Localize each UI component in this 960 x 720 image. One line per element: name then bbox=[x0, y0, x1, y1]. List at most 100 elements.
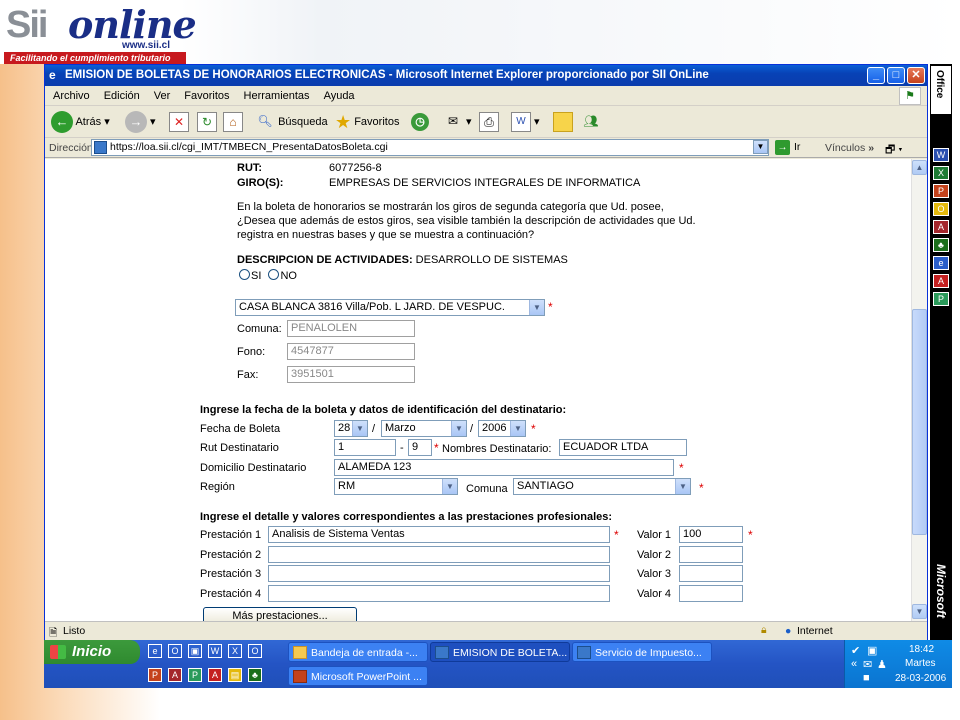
ie-icon: e bbox=[49, 68, 56, 82]
quicklaunch-ie-icon[interactable]: e bbox=[148, 644, 162, 658]
menu-ayuda[interactable]: Ayuda bbox=[316, 86, 361, 102]
minimize-button[interactable]: _ bbox=[867, 67, 885, 84]
fecha-month-select[interactable]: Marzo ▼ bbox=[381, 420, 467, 437]
tray-users-icon[interactable]: ♟ bbox=[877, 658, 887, 671]
excel-icon[interactable]: X bbox=[933, 166, 949, 180]
quicklaunch-desktop-icon[interactable]: ▣ bbox=[188, 644, 202, 658]
vertical-scrollbar[interactable]: ▲ ▼ bbox=[911, 159, 927, 621]
tray-blue-icon[interactable]: ■ bbox=[863, 672, 870, 684]
tray-network-icon[interactable]: ✔ bbox=[851, 644, 860, 657]
menu-ver[interactable]: Ver bbox=[146, 86, 177, 102]
quicklaunch-acrobat-icon[interactable]: A bbox=[208, 668, 222, 682]
home-button[interactable]: ⌂ bbox=[223, 110, 243, 134]
menu-archivo[interactable]: Archivo bbox=[45, 86, 96, 102]
task-servicio[interactable]: Servicio de Impuesto... bbox=[572, 642, 712, 662]
required-marker: * bbox=[679, 461, 684, 475]
domicilio-field[interactable]: ALAMEDA 123 bbox=[334, 459, 674, 476]
menu-favoritos[interactable]: Favoritos bbox=[176, 86, 235, 102]
quicklaunch-outlook2-icon[interactable]: O bbox=[248, 644, 262, 658]
task-outlook-icon bbox=[293, 646, 307, 659]
task-bandeja[interactable]: Bandeja de entrada -... bbox=[288, 642, 428, 662]
menu-edicion[interactable]: Edición bbox=[96, 86, 146, 102]
powerpoint-icon[interactable]: P bbox=[933, 184, 949, 198]
ie-icon[interactable]: e bbox=[933, 256, 949, 270]
prestacion-field[interactable] bbox=[268, 565, 610, 582]
menu-herramientas[interactable]: Herramientas bbox=[236, 86, 316, 102]
word-icon[interactable]: W bbox=[933, 148, 949, 162]
radio-si[interactable] bbox=[239, 269, 250, 280]
quicklaunch-excel-icon[interactable]: X bbox=[228, 644, 242, 658]
forward-button[interactable]: → ▾ bbox=[125, 110, 156, 134]
go-button[interactable]: → Ir bbox=[775, 140, 800, 155]
globe-icon: ● bbox=[785, 625, 792, 637]
clock-time[interactable]: 18:42 bbox=[909, 644, 934, 655]
fax-field[interactable]: 3951501 bbox=[287, 366, 415, 383]
maximize-button[interactable]: □ bbox=[887, 67, 905, 84]
refresh-button[interactable]: ↻ bbox=[197, 110, 217, 134]
rut-dest-field[interactable]: 1 bbox=[334, 439, 396, 456]
address-select[interactable]: CASA BLANCA 3816 Villa/Pob. L JARD. DE V… bbox=[235, 299, 545, 316]
address-dropdown-button[interactable]: ▼ bbox=[753, 140, 768, 154]
task-emision[interactable]: EMISION DE BOLETA... bbox=[430, 642, 570, 662]
messenger-button[interactable]: 👥︎ bbox=[581, 110, 601, 134]
search-button[interactable]: 🔍︎ Búsqueda bbox=[255, 110, 327, 134]
acrobat-icon[interactable]: A bbox=[933, 274, 949, 288]
tray-monitor-icon[interactable]: ▣ bbox=[867, 644, 877, 657]
quicklaunch-publisher-icon[interactable]: P bbox=[188, 668, 202, 682]
close-button[interactable]: ✕ bbox=[907, 67, 925, 84]
quicklaunch-msn-icon[interactable]: ♣ bbox=[248, 668, 262, 682]
start-button[interactable]: Inicio bbox=[44, 640, 140, 664]
quicklaunch-access-icon[interactable]: A bbox=[168, 668, 182, 682]
page-content: RUT: 6077256-8 GIRO(S): EMPRESAS DE SERV… bbox=[45, 159, 911, 621]
quicklaunch-ppt-icon[interactable]: P bbox=[148, 668, 162, 682]
window-titlebar[interactable]: e EMISION DE BOLETAS DE HONORARIOS ELECT… bbox=[45, 65, 927, 86]
valor-field[interactable] bbox=[679, 546, 743, 563]
address-input[interactable]: https://loa.sii.cl/cgi_IMT/TMBECN_Presen… bbox=[91, 139, 769, 156]
fecha-day-select[interactable]: 28 ▼ bbox=[334, 420, 368, 437]
prestacion-field[interactable] bbox=[268, 546, 610, 563]
scroll-thumb[interactable] bbox=[912, 309, 927, 535]
rut-dv-field[interactable]: 9 bbox=[408, 439, 432, 456]
comuna-select[interactable]: SANTIAGO ▼ bbox=[513, 478, 691, 495]
tray-chevron-icon[interactable]: « bbox=[851, 658, 857, 670]
comuna-field[interactable]: PENALOLEN bbox=[287, 320, 415, 337]
prestacion-field[interactable] bbox=[268, 585, 610, 602]
star-icon: ★ bbox=[335, 112, 352, 133]
scroll-up-button[interactable]: ▲ bbox=[912, 160, 927, 175]
stop-button[interactable]: ✕ bbox=[169, 110, 189, 134]
links-label[interactable]: Vínculos » bbox=[825, 142, 874, 154]
scroll-down-button[interactable]: ▼ bbox=[912, 604, 927, 619]
region-select[interactable]: RM ▼ bbox=[334, 478, 458, 495]
region-value: RM bbox=[338, 480, 356, 492]
outlook-icon[interactable]: O bbox=[933, 202, 949, 216]
fecha-year-select[interactable]: 2006 ▼ bbox=[478, 420, 526, 437]
valor-field[interactable] bbox=[679, 585, 743, 602]
task-ppt-icon bbox=[293, 670, 307, 683]
valor-label: Valor 1 bbox=[637, 529, 672, 541]
publisher-icon[interactable]: P bbox=[933, 292, 949, 306]
access-icon[interactable]: A bbox=[933, 220, 949, 234]
valor-field[interactable] bbox=[679, 565, 743, 582]
prestacion-field[interactable]: Analisis de Sistema Ventas bbox=[268, 526, 610, 543]
quicklaunch-word-icon[interactable]: W bbox=[208, 644, 222, 658]
edit-button[interactable]: W ▾ bbox=[511, 110, 540, 134]
translate-icon[interactable]: 🗗︎ ▾ bbox=[885, 141, 902, 160]
print-button[interactable]: ⎙ bbox=[479, 110, 499, 134]
fono-field[interactable]: 4547877 bbox=[287, 343, 415, 360]
messenger-icon[interactable]: ♣ bbox=[933, 238, 949, 252]
favorites-button[interactable]: ★ Favoritos bbox=[335, 110, 399, 134]
word-icon: W bbox=[511, 112, 531, 133]
discuss-button[interactable] bbox=[553, 110, 573, 134]
nombres-field[interactable]: ECUADOR LTDA bbox=[559, 439, 687, 456]
mail-button[interactable]: ✉ ▾ bbox=[443, 110, 472, 134]
task-powerpoint[interactable]: Microsoft PowerPoint ... bbox=[288, 666, 428, 686]
valor-field[interactable]: 100 bbox=[679, 526, 743, 543]
quicklaunch-outlook-icon[interactable]: O bbox=[168, 644, 182, 658]
more-prestaciones-button[interactable]: Más prestaciones... bbox=[203, 607, 357, 621]
radio-no[interactable] bbox=[268, 269, 280, 280]
clock-date: 28-03-2006 bbox=[895, 673, 947, 684]
back-button[interactable]: ← Atrás ▾ bbox=[51, 110, 110, 134]
quicklaunch-folder-icon[interactable]: ▤ bbox=[228, 668, 242, 682]
history-button[interactable]: ◷ bbox=[411, 110, 429, 134]
tray-mail-icon[interactable]: ✉ bbox=[863, 658, 872, 671]
